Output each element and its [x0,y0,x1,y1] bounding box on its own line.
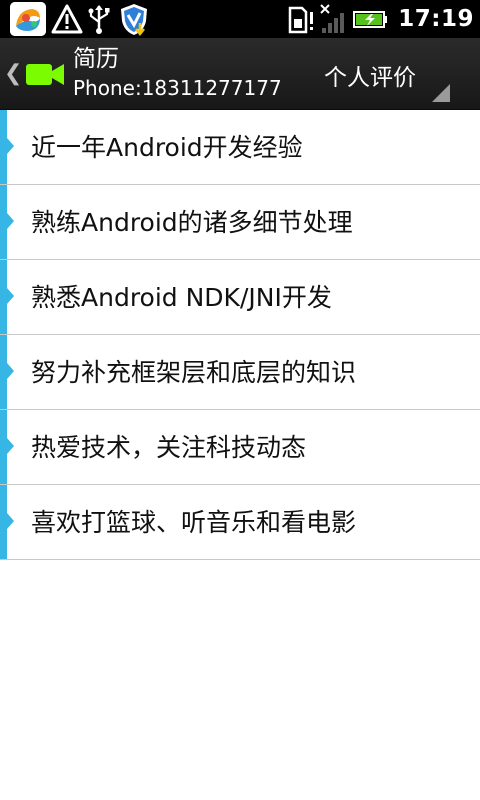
back-chevron-icon: ❮ [4,61,23,86]
list-item[interactable]: 热爱技术，关注科技动态 [0,410,480,485]
list-item-label: 热爱技术，关注科技动态 [31,433,307,462]
item-arrow-icon [7,213,14,229]
status-bar: 17:19 [0,0,480,38]
list-item-label: 近一年Android开发经验 [31,133,303,162]
system-icons: 17:19 [286,0,480,38]
status-clock: 17:19 [398,6,474,32]
shield-download-icon [116,1,152,37]
list-item-label: 熟悉Android NDK/JNI开发 [31,283,332,312]
list-item-label: 熟练Android的诸多细节处理 [31,208,353,237]
signal-off-icon [318,2,350,36]
title-block: 简历 Phone:18311277177 [73,44,282,102]
warning-icon [50,2,84,36]
back-button[interactable]: ❮ [0,38,70,110]
item-accent-bar [0,410,7,484]
item-accent-bar [0,185,7,259]
phone-subtitle: Phone:18311277177 [73,76,282,100]
spinner-dropdown-icon [432,84,450,102]
spinner-selected-label: 个人评价 [324,65,416,91]
list-item-label: 喜欢打篮球、听音乐和看电影 [31,508,357,537]
page-title: 简历 [73,46,119,72]
item-accent-bar [0,485,7,559]
list-item[interactable]: 近一年Android开发经验 [0,110,480,185]
list-item[interactable]: 努力补充框架层和底层的知识 [0,335,480,410]
battery-charging-icon [352,2,390,36]
list-item[interactable]: 熟悉Android NDK/JNI开发 [0,260,480,335]
list-item[interactable]: 喜欢打篮球、听音乐和看电影 [0,485,480,560]
item-arrow-icon [7,438,14,454]
notification-icons [0,0,152,38]
sim-alert-icon [286,2,316,36]
resume-item-list: 近一年Android开发经验 熟练Android的诸多细节处理 熟悉Androi… [0,110,480,560]
section-spinner[interactable]: 个人评价 [310,38,480,110]
list-item-label: 努力补充框架层和底层的知识 [31,358,357,387]
video-camera-icon [24,59,68,89]
app-notification-icon [10,2,46,36]
item-arrow-icon [7,513,14,529]
list-item[interactable]: 熟练Android的诸多细节处理 [0,185,480,260]
usb-icon [86,2,112,36]
item-accent-bar [0,335,7,409]
item-accent-bar [0,110,7,184]
item-arrow-icon [7,138,14,154]
item-arrow-icon [7,363,14,379]
action-bar: ❮ 简历 Phone:18311277177 个人评价 [0,38,480,110]
item-accent-bar [0,260,7,334]
item-arrow-icon [7,288,14,304]
